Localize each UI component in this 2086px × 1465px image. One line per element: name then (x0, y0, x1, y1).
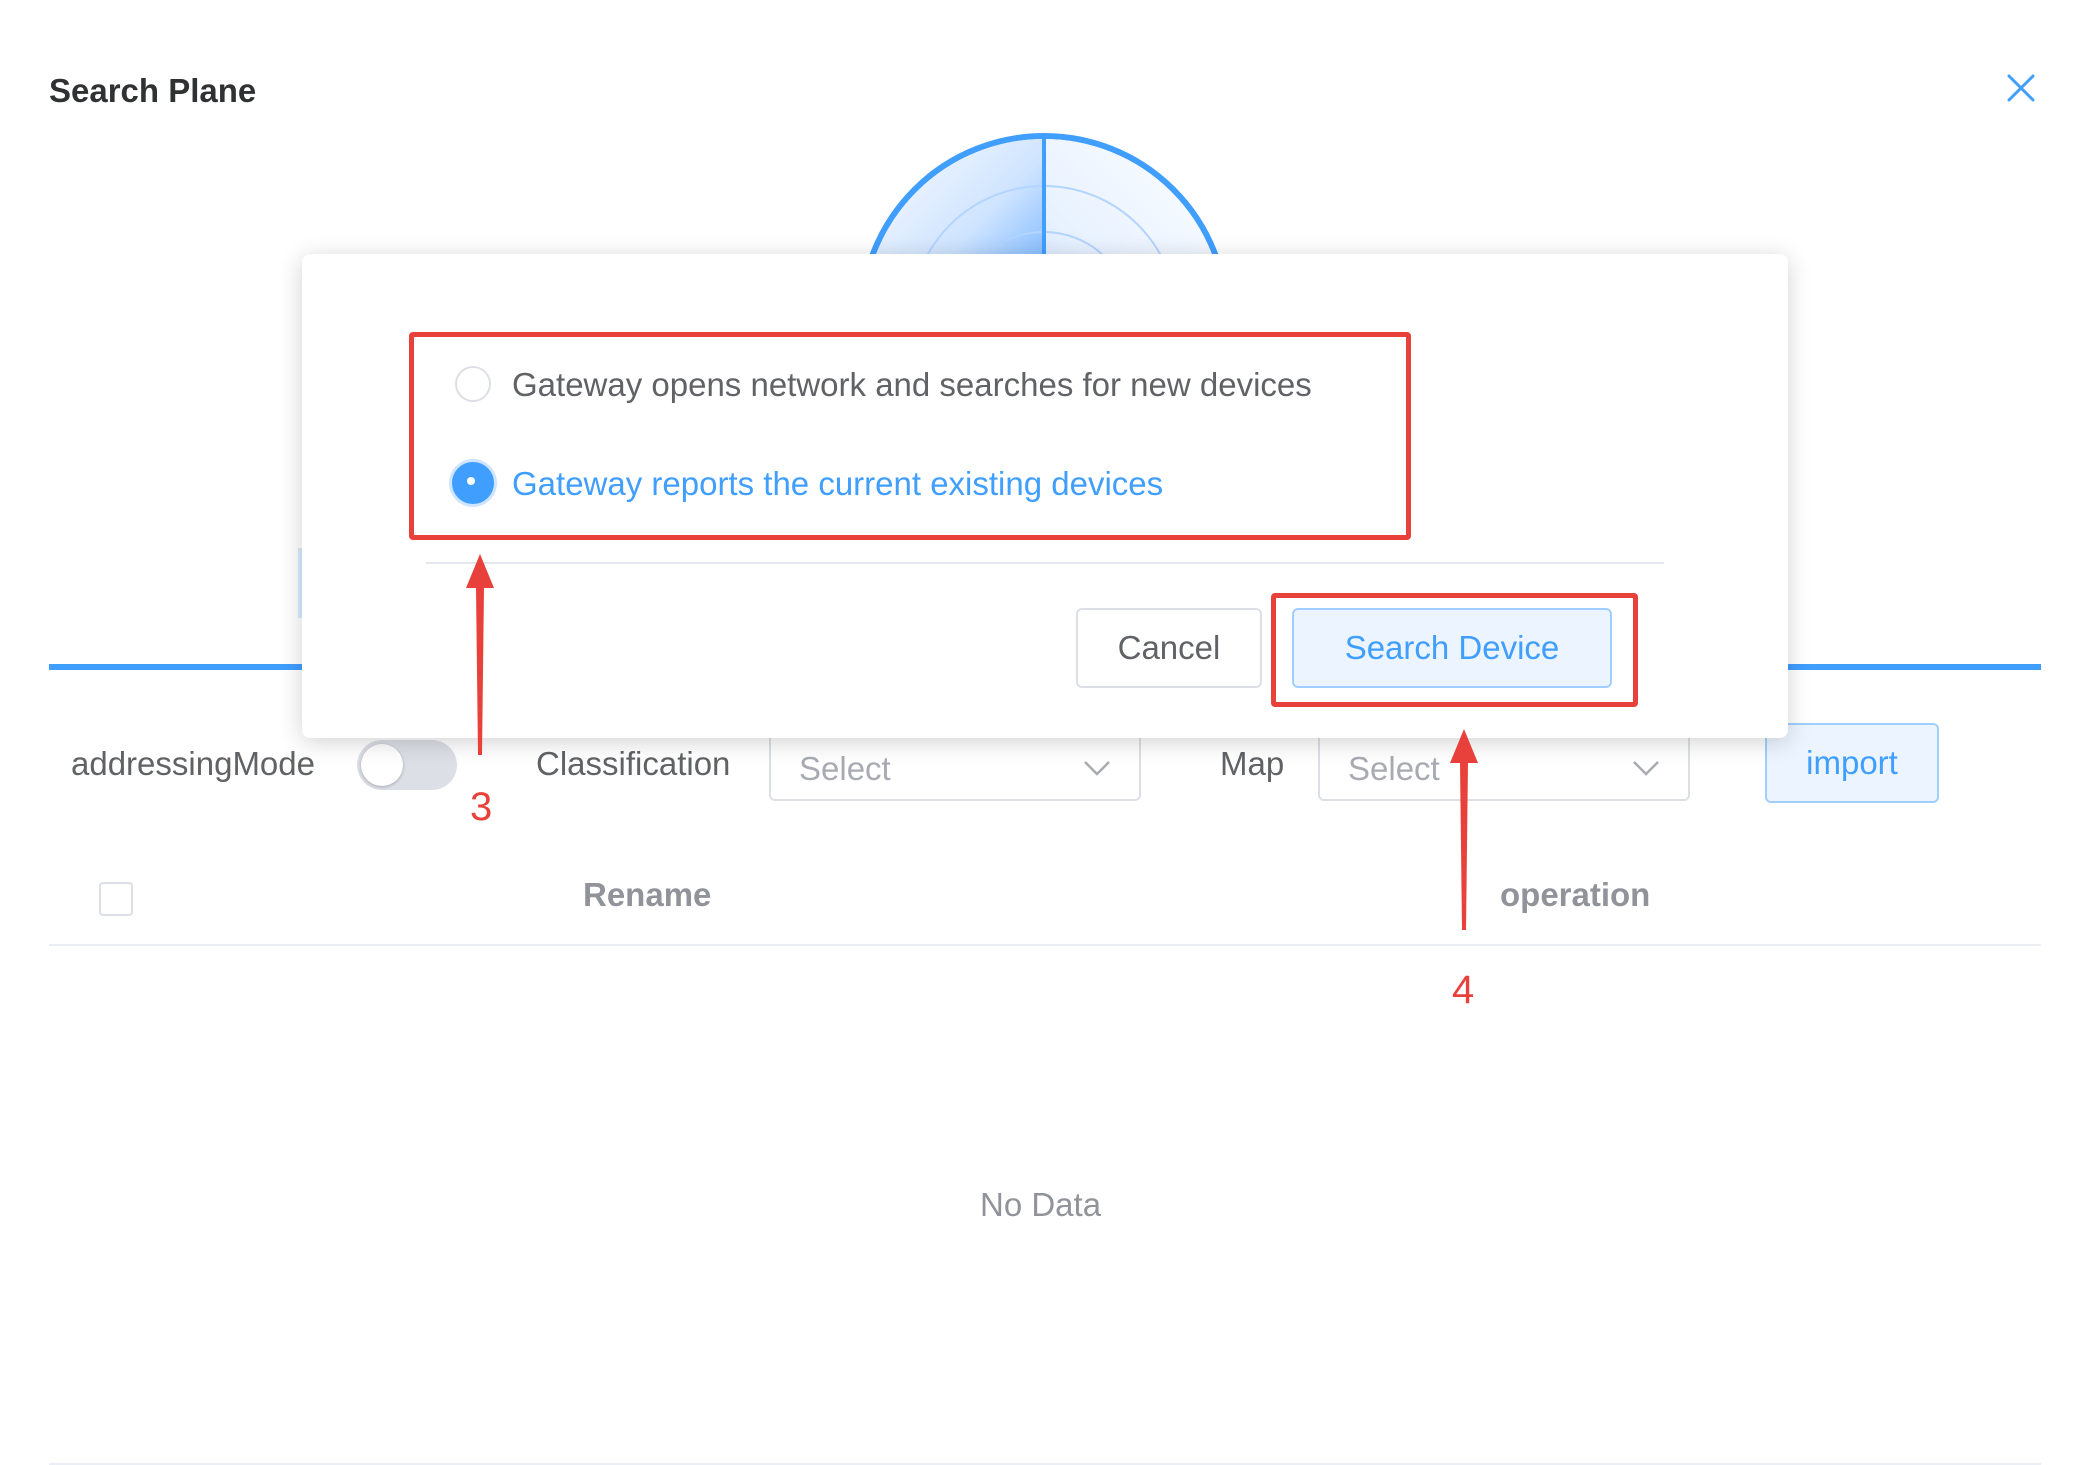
addressing-mode-label: addressingMode (71, 745, 315, 782)
annotation-arrow-up-icon (466, 554, 494, 755)
panel-title: Search Plane (49, 72, 257, 109)
map-select[interactable]: Select (1318, 731, 1690, 801)
switch-knob (361, 744, 403, 786)
progress-bar-right (1786, 664, 2041, 670)
classification-label: Classification (536, 745, 731, 782)
cancel-button[interactable]: Cancel (1076, 608, 1262, 688)
highlight-box-options (409, 332, 1411, 540)
empty-state-text: No Data (980, 1186, 1102, 1223)
import-button[interactable]: import (1765, 723, 1939, 803)
close-icon[interactable] (2005, 72, 2037, 104)
classification-placeholder: Select (799, 750, 891, 787)
column-header-operation: operation (1500, 876, 1651, 913)
annotation-step-3: 3 (470, 785, 493, 829)
chevron-down-icon (1084, 761, 1110, 776)
map-label: Map (1220, 745, 1285, 782)
table-header-divider (49, 944, 2041, 946)
annotation-step-4: 4 (1452, 968, 1475, 1012)
select-all-checkbox[interactable] (99, 882, 133, 916)
dialog-divider (426, 562, 1664, 564)
column-header-rename: Rename (583, 876, 712, 913)
progress-bar-left (49, 664, 304, 670)
classification-select[interactable]: Select (769, 731, 1141, 801)
highlight-box-search-button (1271, 593, 1638, 707)
chevron-down-icon (1633, 761, 1659, 776)
annotation-arrow-up-icon (1450, 729, 1478, 930)
